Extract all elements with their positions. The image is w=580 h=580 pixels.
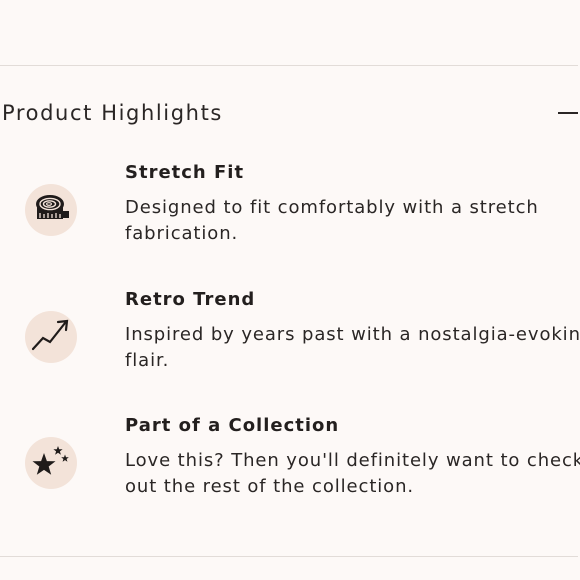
highlight-text: Part of a Collection Love this? Then you… <box>125 413 580 500</box>
highlight-description: Inspired by years past with a nostalgia-… <box>125 324 580 371</box>
highlight-title: Retro Trend <box>125 289 256 310</box>
highlight-description: Love this? Then you'll definitely want t… <box>125 450 580 497</box>
minus-icon[interactable] <box>558 112 578 114</box>
section-title: Product Highlights <box>2 101 223 125</box>
highlight-text: Stretch Fit Designed to fit comfortably … <box>125 160 580 247</box>
highlight-text: Retro Trend Inspired by years past with … <box>125 287 580 374</box>
clipped-text-fragment <box>420 0 432 3</box>
product-highlights-accordion-toggle[interactable]: Product Highlights <box>0 90 580 136</box>
stars-icon <box>25 437 77 489</box>
section-divider-bottom <box>0 556 578 557</box>
highlight-description: Designed to fit comfortably with a stret… <box>125 197 539 244</box>
measuring-tape-icon <box>25 184 77 236</box>
highlight-title: Stretch Fit <box>125 162 245 183</box>
section-divider-top <box>0 65 578 66</box>
trend-arrow-icon <box>25 311 77 363</box>
product-page: Product Highlights Stretch Fit Designed … <box>0 0 580 580</box>
highlight-title: Part of a Collection <box>125 415 340 436</box>
